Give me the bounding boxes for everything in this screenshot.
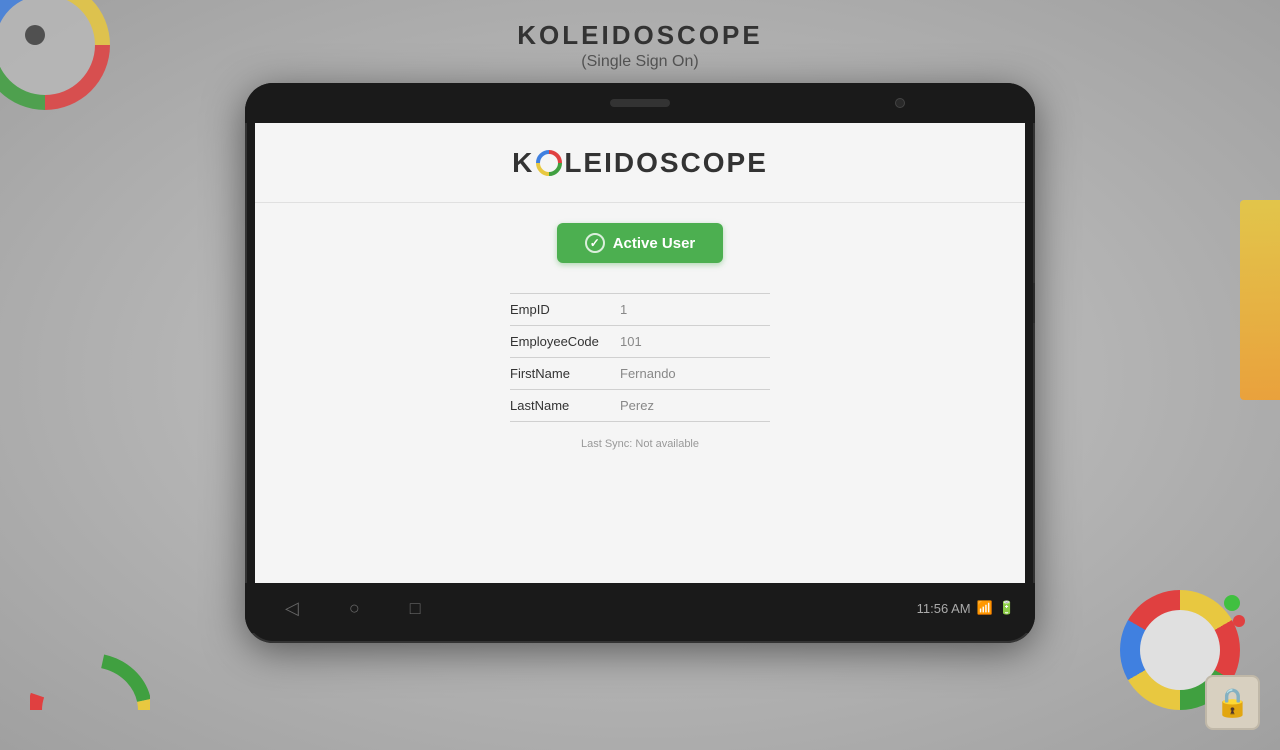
page-subtitle: (Single Sign On) xyxy=(517,53,762,71)
table-row: EmployeeCode 101 xyxy=(510,326,770,358)
logo-k: K xyxy=(512,147,534,179)
page-title-area: KOLEIDOSCOPE (Single Sign On) xyxy=(517,20,762,71)
table-row: FirstName Fernando xyxy=(510,358,770,390)
logo-ring xyxy=(535,149,563,177)
field-label-0: EmpID xyxy=(510,302,620,317)
field-label-1: EmployeeCode xyxy=(510,334,620,349)
table-row: LastName Perez xyxy=(510,390,770,422)
nav-buttons: ◁ ○ □ xyxy=(265,598,917,619)
battery-icon: 🔋 xyxy=(999,600,1015,616)
last-sync: Last Sync: Not available xyxy=(581,438,699,450)
deco-bottom-left xyxy=(30,640,150,720)
active-user-button[interactable]: ✓ Active User xyxy=(557,223,724,263)
speaker xyxy=(610,99,670,107)
field-value-1: 101 xyxy=(620,334,770,349)
logo-rest: LEIDOSCOPE xyxy=(564,147,768,179)
wifi-icon: 📶 xyxy=(977,600,993,616)
lock-icon: 🔒 xyxy=(1205,675,1260,730)
tablet-top-bezel xyxy=(245,83,1035,123)
recents-button[interactable]: □ xyxy=(410,598,421,619)
field-label-3: LastName xyxy=(510,398,620,413)
field-value-0: 1 xyxy=(620,302,770,317)
tablet-side-button xyxy=(1033,283,1035,323)
home-button[interactable]: ○ xyxy=(349,598,360,619)
tablet-bottom-bezel: ◁ ○ □ 11:56 AM 📶 🔋 xyxy=(245,583,1035,633)
field-value-2: Fernando xyxy=(620,366,770,381)
active-user-label: Active User xyxy=(613,235,696,252)
screen-content: ✓ Active User EmpID 1 EmployeeCode 101 F… xyxy=(255,203,1025,583)
screen-header: K LEIDOSCOPE xyxy=(255,123,1025,203)
status-time: 11:56 AM xyxy=(917,601,971,616)
tablet-screen: K LEIDOSCOPE ✓ Active User xyxy=(255,123,1025,583)
camera xyxy=(895,98,905,108)
tablet-frame: K LEIDOSCOPE ✓ Active User xyxy=(245,83,1035,643)
form-table: EmpID 1 EmployeeCode 101 FirstName Ferna… xyxy=(510,293,770,422)
field-value-3: Perez xyxy=(620,398,770,413)
page-title: KOLEIDOSCOPE xyxy=(517,20,762,51)
deco-bottom-right: 🔒 xyxy=(1120,590,1250,720)
deco-right xyxy=(1180,200,1280,400)
status-bar: 11:56 AM 📶 🔋 xyxy=(917,600,1015,616)
table-row: EmpID 1 xyxy=(510,293,770,326)
deco-top-left xyxy=(0,0,130,130)
field-label-2: FirstName xyxy=(510,366,620,381)
logo-container: K LEIDOSCOPE xyxy=(512,147,768,179)
back-button[interactable]: ◁ xyxy=(285,598,299,619)
check-icon: ✓ xyxy=(585,233,605,253)
